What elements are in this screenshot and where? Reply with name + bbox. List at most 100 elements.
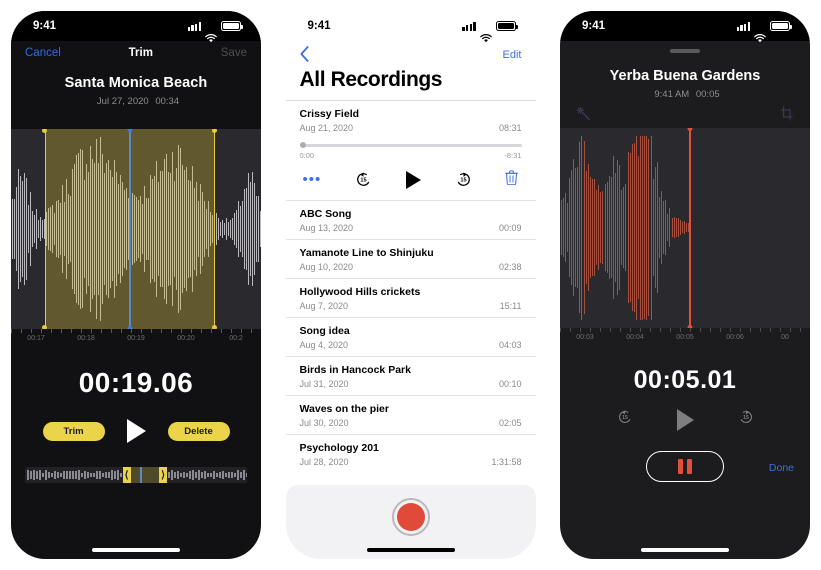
home-indicator: [92, 548, 180, 552]
recording-duration: 00:34: [155, 96, 180, 107]
current-time-display: 00:05.01: [633, 365, 737, 394]
waveform: [560, 128, 810, 328]
done-button[interactable]: Done: [769, 462, 794, 474]
ruler-tick: [730, 327, 731, 332]
ruler-tick: [131, 329, 132, 333]
ruler-tick: [11, 329, 12, 333]
phone-trim-screen: 9:41 Cancel Trim Save Santa Monica Beach…: [11, 11, 261, 559]
skip-forward-15-icon[interactable]: 15: [455, 171, 472, 188]
chevron-left-icon: ⟨: [124, 469, 129, 481]
list-item[interactable]: Psychology 201 Jul 28, 2020 1:31:58: [285, 433, 536, 472]
list-item[interactable]: Waves on the pier Jul 30, 2020 02:05: [285, 394, 536, 434]
progress-track[interactable]: [299, 142, 522, 149]
trim-button[interactable]: Trim: [42, 421, 105, 441]
status-bar-indicators: [736, 21, 792, 42]
recording-name: Birds in Hancock Park: [299, 363, 411, 376]
list-item[interactable]: Song idea Aug 4, 2020 04:03: [285, 316, 536, 356]
playhead[interactable]: [687, 127, 693, 328]
battery-icon: [495, 21, 518, 31]
back-button[interactable]: [300, 45, 309, 65]
more-options-icon[interactable]: •••: [303, 172, 322, 186]
recording-date: Aug 7, 2020: [299, 300, 349, 311]
pause-button[interactable]: [646, 450, 724, 482]
ruler-tick: [251, 329, 252, 333]
ruler-tick: [151, 329, 152, 333]
playback-progress[interactable]: 0:00 -8:31: [299, 142, 522, 160]
list-item[interactable]: Birds in Hancock Park Jul 31, 2020 00:10: [285, 355, 536, 395]
sheet-grabber[interactable]: [670, 49, 700, 53]
progress-knob[interactable]: [299, 142, 306, 149]
skip-forward-15-icon[interactable]: 15: [738, 409, 754, 430]
playback-controls: ••• 15 15: [300, 169, 522, 190]
recording-meta: Aug 4, 2020 04:03: [300, 340, 522, 350]
play-icon[interactable]: [405, 170, 421, 189]
recording-title: Yerba Buena Gardens: [609, 67, 761, 84]
ruler-tick: [790, 327, 791, 332]
ruler-tick: [740, 327, 741, 332]
ruler-tick: [101, 329, 102, 333]
ruler-tick: [610, 327, 611, 332]
battery-icon: [770, 21, 792, 31]
overview-scrubber[interactable]: ⟨ ⟩: [25, 467, 247, 483]
status-bar: 9:41: [285, 11, 536, 42]
recording-meta: Aug 13, 2020 00:09: [300, 223, 522, 233]
record-button-inner: [396, 503, 425, 531]
ruler-tick: [161, 329, 162, 333]
list-item[interactable]: Hollywood Hills crickets Aug 7, 2020 15:11: [285, 277, 536, 317]
ruler-tick: [111, 329, 112, 333]
recording-meta: Jul 28, 2020 1:31:58: [300, 457, 522, 467]
magic-wand-icon[interactable]: [576, 106, 591, 122]
play-icon[interactable]: [126, 419, 146, 443]
recording-name: Psychology 201: [299, 441, 379, 454]
timeline-ruler: 00:03 00:04 00:05 00:06 00: [560, 327, 810, 350]
recordings-list[interactable]: Crissy Field Aug 21, 2020 08:31 0:00 -8:…: [285, 100, 536, 472]
screenshot-stage: 9:41 Cancel Trim Save Santa Monica Beach…: [0, 0, 821, 570]
skip-back-15-icon[interactable]: 15: [617, 409, 633, 430]
recording-subtitle: Jul 27, 2020 00:34: [11, 96, 261, 107]
wifi-icon: [754, 22, 766, 42]
ruler-tick: [580, 327, 581, 332]
record-button[interactable]: [391, 498, 430, 536]
ruler-label: 00:18: [77, 335, 95, 342]
delete-button[interactable]: Delete: [167, 421, 230, 441]
ruler-tick: [141, 329, 142, 333]
svg-text:15: 15: [360, 178, 366, 184]
ruler-tick: [720, 327, 721, 332]
play-icon[interactable]: [676, 408, 694, 431]
ruler-tick: [650, 327, 651, 332]
list-item-expanded[interactable]: Crissy Field Aug 21, 2020 08:31 0:00 -8:…: [285, 100, 536, 200]
recording-name: Song idea: [299, 324, 350, 337]
recording-date: Jul 27, 2020: [96, 96, 149, 107]
overview-playhead[interactable]: [140, 467, 143, 483]
ruler-label: 00:2: [229, 335, 243, 342]
list-item[interactable]: ABC Song Aug 13, 2020 00:09: [285, 199, 536, 239]
overview-selection-handles[interactable]: ⟨ ⟩: [122, 467, 168, 483]
waveform-editor[interactable]: [11, 129, 261, 329]
skip-back-15-icon[interactable]: 15: [355, 171, 372, 188]
list-item[interactable]: Yamanote Line to Shinjuku Aug 10, 2020 02:…: [285, 238, 536, 278]
recording-date: Jul 30, 2020: [299, 417, 349, 428]
ruler-tick: [710, 327, 711, 332]
ruler-tick: [770, 327, 771, 332]
ruler-tick: [680, 327, 681, 332]
save-button[interactable]: Save: [221, 47, 247, 59]
ruler-tick: [121, 329, 122, 333]
recording-meta: Aug 10, 2020 02:38: [300, 262, 522, 272]
recording-date: Aug 4, 2020: [299, 339, 349, 350]
recording-meta: Jul 30, 2020 02:05: [300, 418, 522, 428]
recording-date: Jul 28, 2020: [299, 456, 349, 467]
status-bar-time: 9:41: [307, 20, 331, 32]
crop-trim-icon[interactable]: [780, 105, 794, 122]
trash-icon[interactable]: [505, 169, 519, 190]
remaining-time: -8:31: [504, 150, 522, 160]
recording-name: Waves on the pier: [299, 402, 389, 415]
edit-button[interactable]: Edit: [503, 49, 522, 61]
list-top-bar: Edit: [286, 41, 536, 65]
trim-nav-bar: Cancel Trim Save: [11, 41, 261, 65]
ruler-tick: [71, 329, 72, 333]
recording-duration: 02:38: [498, 261, 522, 272]
playhead[interactable]: [127, 129, 133, 329]
cancel-button[interactable]: Cancel: [25, 47, 61, 59]
waveform-viewer[interactable]: [560, 127, 810, 328]
cellular-bars-icon: [736, 21, 750, 31]
